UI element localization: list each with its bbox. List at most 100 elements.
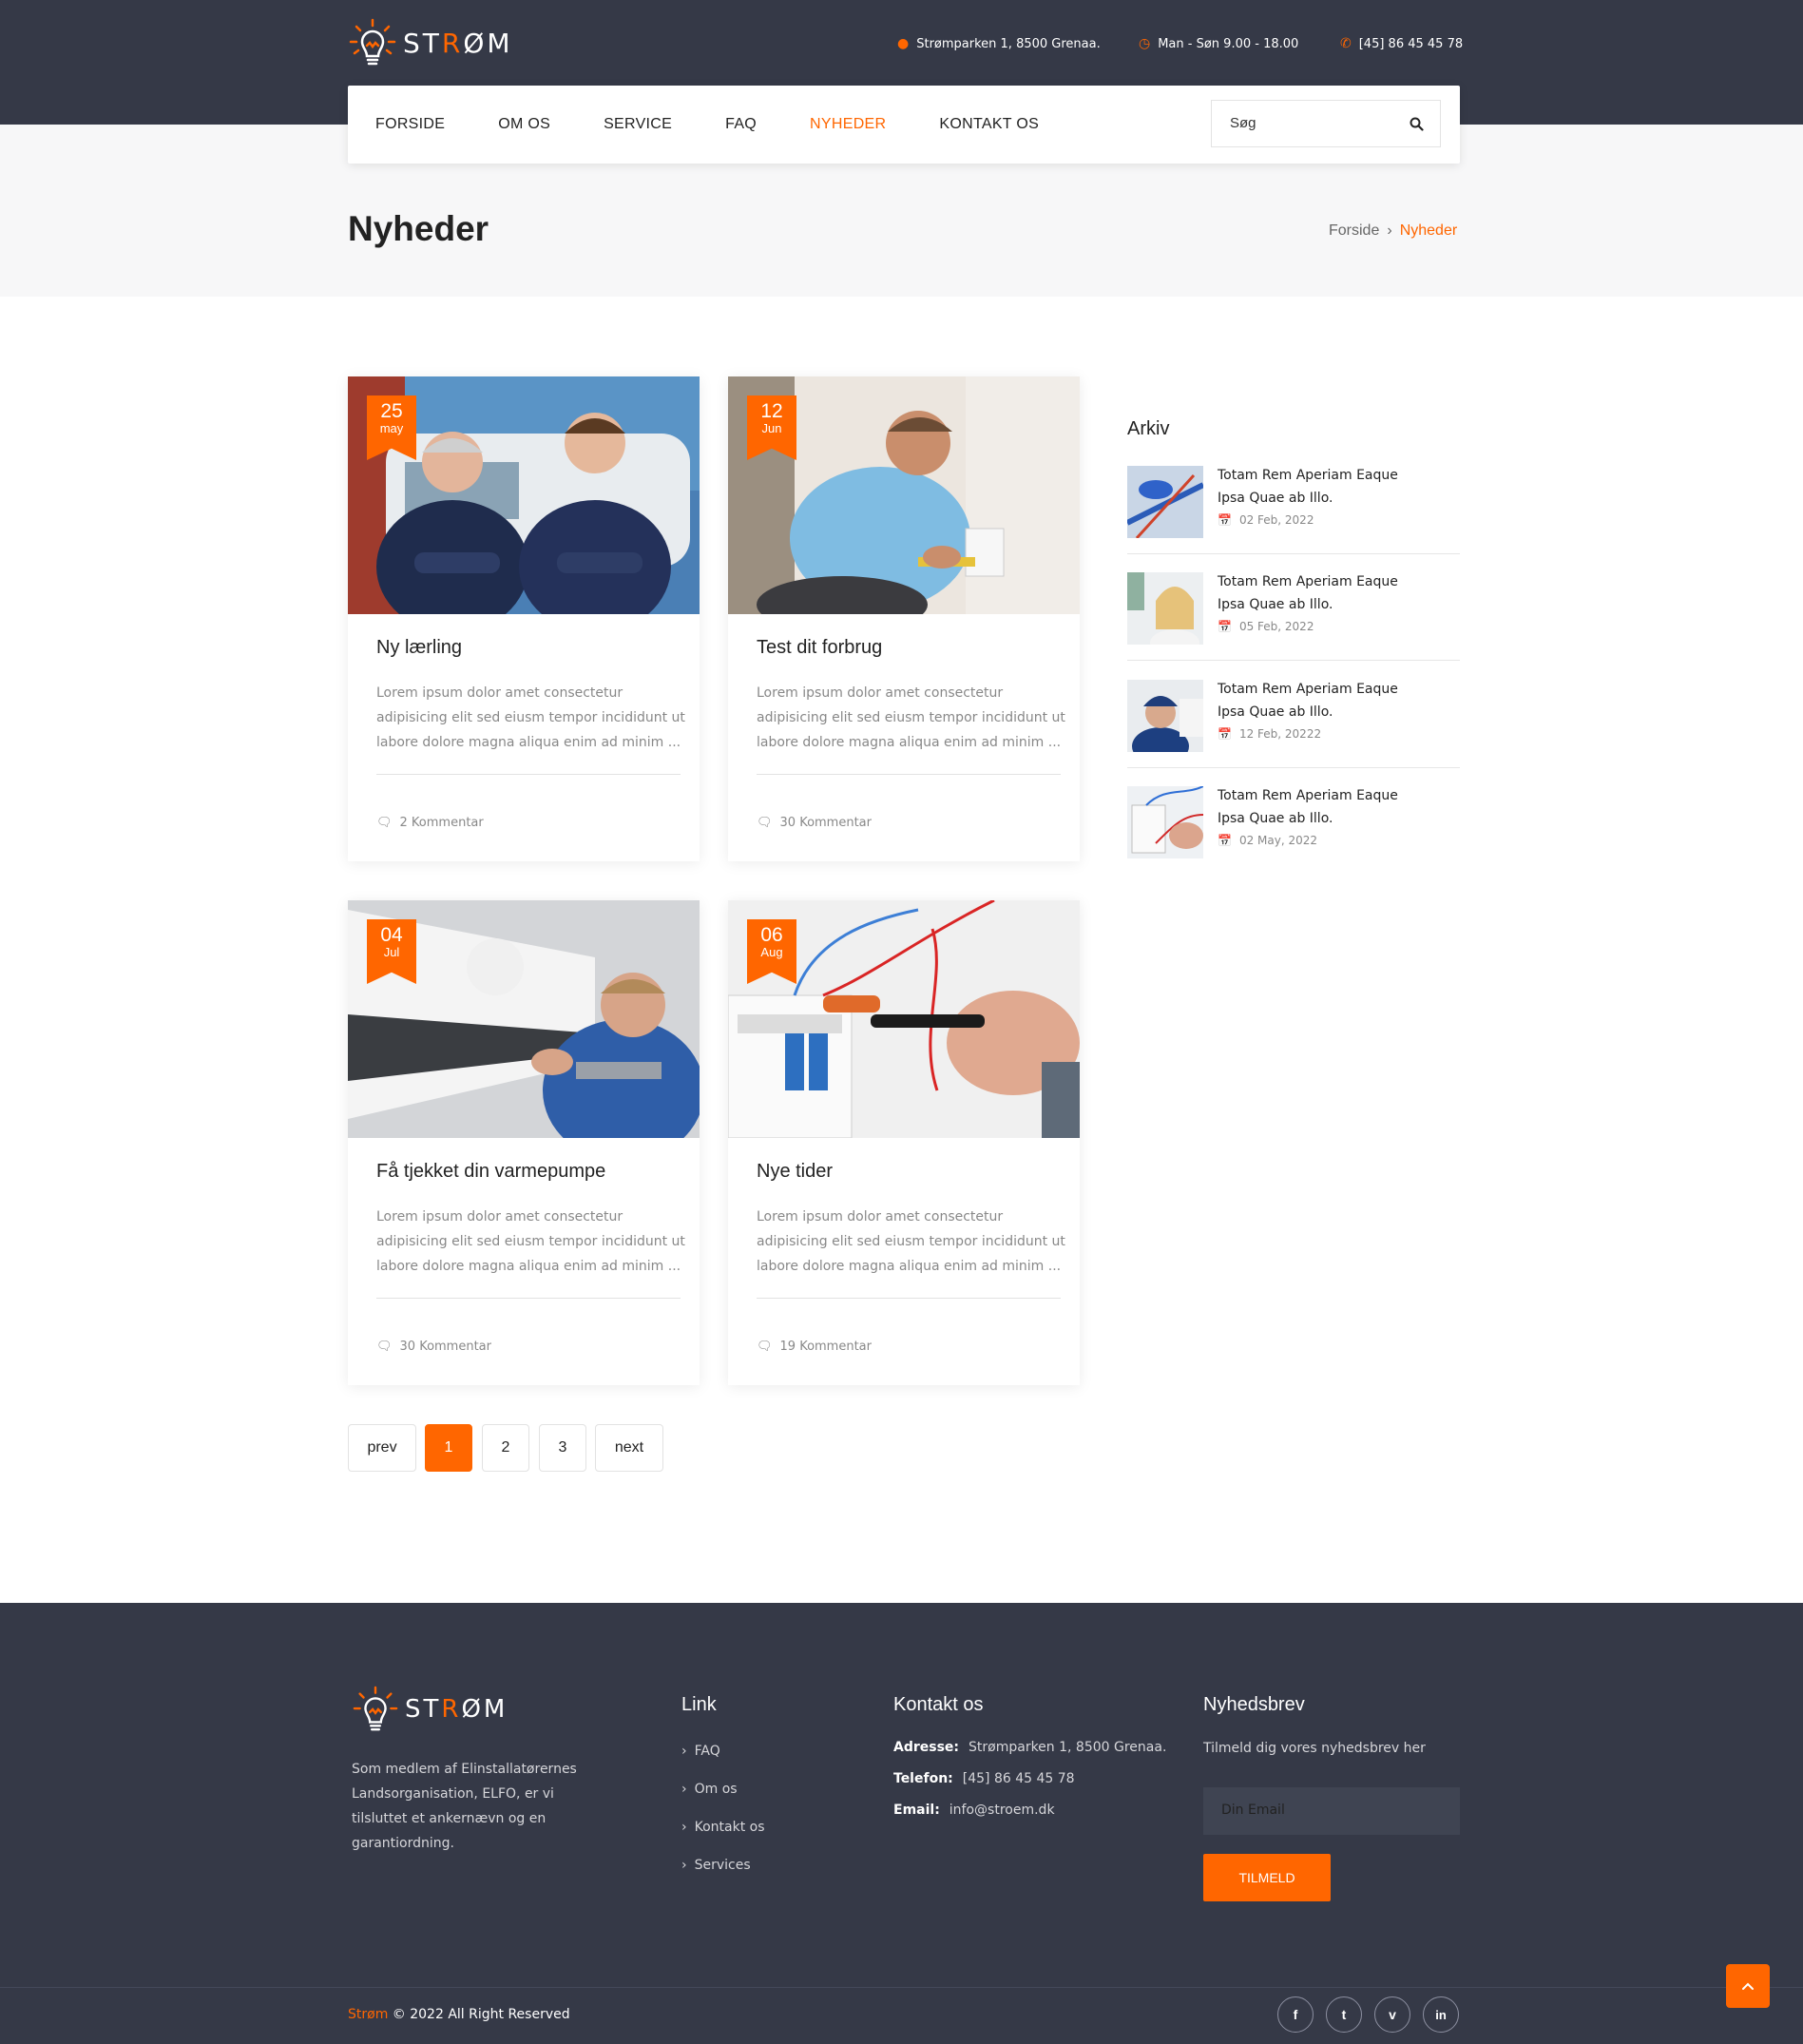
chevron-up-icon [1742,1982,1754,1990]
breadcrumb-current: Nyheder [1399,222,1458,239]
archive-date: 📅 05 Feb, 2022 [1218,620,1314,633]
pagination-page-3[interactable]: 3 [539,1424,586,1472]
divider [1127,767,1460,768]
nav-item-faq[interactable]: FAQ [725,116,757,133]
calendar-icon: 📅 [1218,513,1232,527]
footer-newsletter-title: Nyhedsbrev [1203,1694,1305,1715]
facebook-icon[interactable]: f [1277,1996,1314,2033]
pagination-next[interactable]: next [595,1424,663,1472]
main-navigation: FORSIDE OM OS SERVICE FAQ NYHEDER KONTAK… [348,86,1460,164]
comments-icon: 🗨 [376,816,393,830]
news-comments[interactable]: 🗨 30 Kommentar [376,1340,491,1354]
news-comments[interactable]: 🗨 19 Kommentar [757,1340,872,1354]
divider [757,774,1061,775]
footer [0,1603,1803,2044]
archive-title[interactable]: Totam Rem Aperiam Eaque Ipsa Quae ab Ill… [1218,464,1427,510]
archive-thumbnail[interactable] [1127,786,1203,858]
linkedin-icon[interactable]: in [1423,1996,1459,2033]
news-excerpt: Lorem ipsum dolor amet consectetur adipi… [376,685,685,750]
footer-links-title: Link [681,1694,717,1715]
pagination-page-2[interactable]: 2 [482,1424,529,1472]
news-comments[interactable]: 🗨 2 Kommentar [376,816,484,830]
archive-title[interactable]: Totam Rem Aperiam Eaque Ipsa Quae ab Ill… [1218,570,1427,616]
news-comments[interactable]: 🗨 30 Kommentar [757,816,872,830]
search-placeholder: Søg [1230,115,1256,131]
nav-item-nyheder[interactable]: NYHEDER [810,116,886,133]
brand-logo[interactable]: STRØM [348,17,513,68]
pagination-page-1[interactable]: 1 [425,1424,472,1472]
newsletter-text: Tilmeld dig vores nyhedsbrev her [1203,1741,1426,1756]
brand-name: STRØM [403,27,513,59]
lightbulb-icon [349,18,396,66]
nav-item-forside[interactable]: FORSIDE [375,116,445,133]
archive-item[interactable]: Totam Rem Aperiam Eaque Ipsa Quae ab Ill… [1127,680,1460,786]
newsletter-email-input[interactable]: Din Email [1203,1787,1460,1835]
divider [1127,553,1460,554]
search-icon[interactable] [1410,117,1424,131]
news-title[interactable]: Nye tider [757,1161,833,1183]
calendar-icon: 📅 [1218,620,1232,633]
news-excerpt: Lorem ipsum dolor amet consectetur adipi… [757,1209,1065,1274]
news-image[interactable]: 06 Aug [728,900,1080,1138]
archive-item[interactable]: Totam Rem Aperiam Eaque Ipsa Quae ab Ill… [1127,466,1460,572]
footer-link-kontakt-os[interactable]: › Kontakt os [681,1820,765,1835]
subscribe-button[interactable]: TILMELD [1203,1854,1331,1901]
comments-icon: 🗨 [757,1340,773,1354]
breadcrumb-home[interactable]: Forside [1329,222,1379,240]
news-title[interactable]: Test dit forbrug [757,637,882,659]
news-title[interactable]: Få tjekket din varmepumpe [376,1161,605,1183]
divider [376,1298,681,1299]
phone-icon: ✆ [1340,36,1352,51]
archive-date: 📅 12 Feb, 20222 [1218,727,1322,741]
footer-link-faq[interactable]: › FAQ [681,1744,720,1759]
archive-title[interactable]: Totam Rem Aperiam Eaque Ipsa Quae ab Ill… [1218,678,1427,723]
news-image[interactable]: 12 Jun [728,376,1080,614]
news-card[interactable]: 12 Jun Test dit forbrug Lorem ipsum dolo… [728,376,1080,861]
archive-date: 📅 02 Feb, 2022 [1218,513,1314,527]
pagination-prev[interactable]: prev [348,1424,416,1472]
footer-divider [0,1987,1803,1988]
footer-link-om-os[interactable]: › Om os [681,1782,738,1797]
divider [757,1298,1061,1299]
archive-thumbnail[interactable] [1127,680,1203,752]
twitter-icon[interactable]: t [1326,1996,1362,2033]
top-phone: ✆ [45] 86 45 45 78 [1340,36,1464,51]
archive-item[interactable]: Totam Rem Aperiam Eaque Ipsa Quae ab Ill… [1127,572,1460,679]
chevron-right-icon: › [681,1820,687,1835]
news-image[interactable]: 04 Jul [348,900,700,1138]
footer-address: Adresse: Strømparken 1, 8500 Grenaa. [893,1740,1167,1755]
nav-item-service[interactable]: SERVICE [604,116,672,133]
scroll-to-top-button[interactable] [1726,1964,1770,2008]
email-placeholder: Din Email [1221,1803,1285,1818]
archive-date: 📅 02 May, 2022 [1218,834,1318,847]
vimeo-icon[interactable]: v [1374,1996,1410,2033]
clock-icon: ◷ [1139,36,1151,51]
news-card[interactable]: 04 Jul Få tjekket din varmepumpe Lorem i… [348,900,700,1385]
chevron-right-icon: › [1387,222,1392,239]
footer-logo[interactable]: STRØM [352,1685,508,1734]
footer-email[interactable]: Email: info@stroem.dk [893,1803,1055,1818]
archive-thumbnail[interactable] [1127,572,1203,645]
comments-icon: 🗨 [376,1340,393,1354]
news-title[interactable]: Ny lærling [376,637,462,659]
top-hours: ◷ Man - Søn 9.00 - 18.00 [1139,36,1299,51]
footer-link-services[interactable]: › Services [681,1858,751,1873]
news-card[interactable]: 25 may Ny lærling Lorem ipsum dolor amet… [348,376,700,861]
news-image[interactable]: 25 may [348,376,700,614]
news-excerpt: Lorem ipsum dolor amet consectetur adipi… [757,685,1065,750]
search-input[interactable]: Søg [1211,100,1441,147]
archive-title[interactable]: Totam Rem Aperiam Eaque Ipsa Quae ab Ill… [1218,784,1427,830]
footer-phone: Telefon: [45] 86 45 45 78 [893,1771,1075,1786]
breadcrumb: Forside › Nyheder [1329,222,1457,240]
chevron-right-icon: › [681,1744,687,1759]
archive-thumbnail[interactable] [1127,466,1203,538]
page-title: Nyheder [348,209,489,248]
archive-item[interactable]: Totam Rem Aperiam Eaque Ipsa Quae ab Ill… [1127,786,1460,893]
calendar-icon: 📅 [1218,834,1232,847]
news-excerpt: Lorem ipsum dolor amet consectetur adipi… [376,1209,685,1274]
news-card[interactable]: 06 Aug Nye tider Lorem ipsum dolor amet … [728,900,1080,1385]
nav-item-kontakt-os[interactable]: KONTAKT OS [939,116,1039,133]
divider [376,774,681,775]
brand-name: STRØM [405,1695,508,1724]
nav-item-om-os[interactable]: OM OS [498,116,550,133]
